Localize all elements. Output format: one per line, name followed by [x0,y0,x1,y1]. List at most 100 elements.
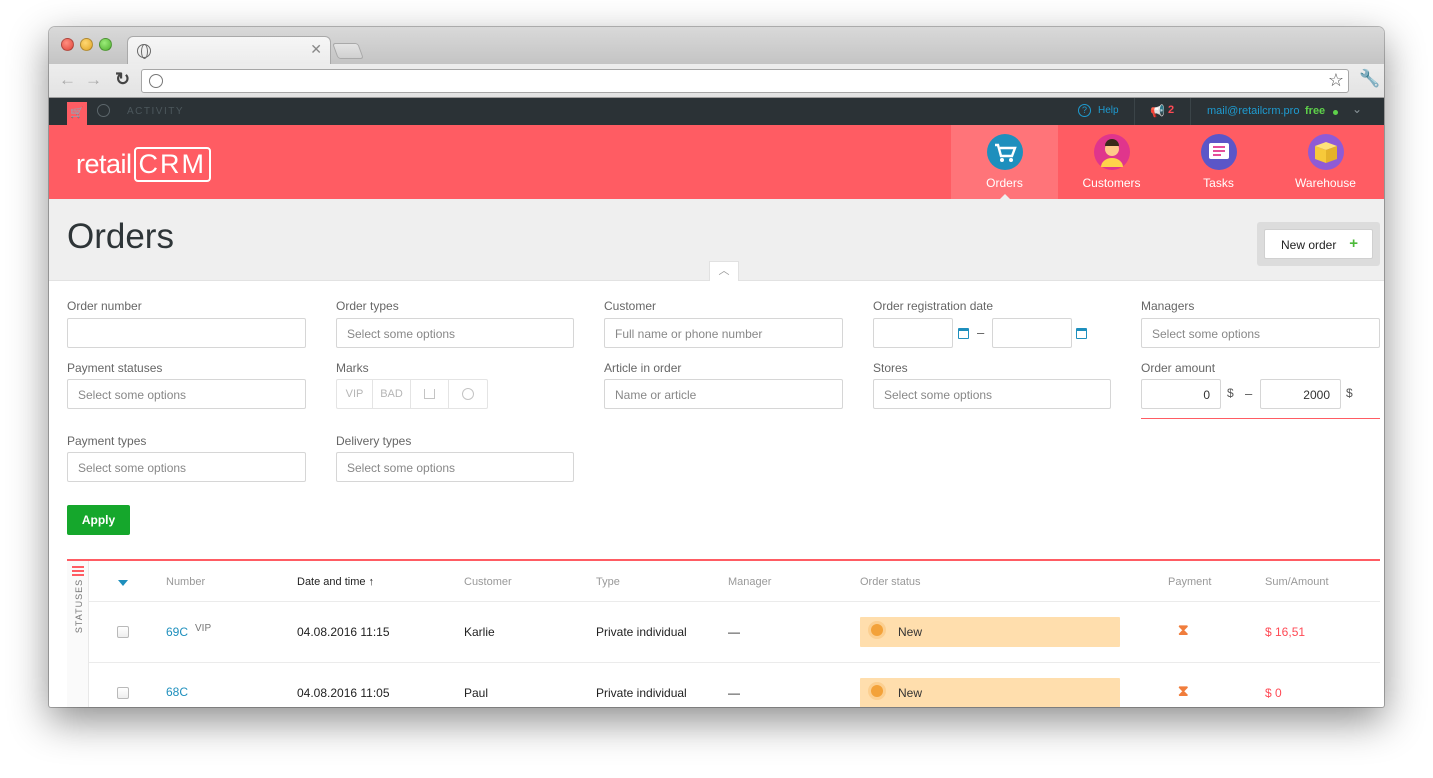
hourglass-icon: ⧗ [1178,622,1189,639]
row-checkbox[interactable] [117,626,129,638]
mark-comment-toggle[interactable] [411,380,449,408]
mark-vip-toggle[interactable]: VIP [337,380,373,408]
column-header-number[interactable]: Number [166,576,205,588]
order-manager: — [728,686,740,700]
statuses-label: STATUSES [74,578,84,634]
page-title: Orders [67,217,174,256]
column-header-manager[interactable]: Manager [728,576,771,588]
nav-orders-label: Orders [986,176,1023,190]
browser-toolbar: ← → ↻ ☆ 🔧 [49,64,1384,98]
order-number-input[interactable] [67,318,306,348]
apply-button[interactable]: Apply [67,505,130,535]
browser-window: ✕ ← → ↻ ☆ 🔧 🛒 ACTIVITY ? Help 📢 2 mail@r… [49,27,1384,707]
collapse-filters-button[interactable]: ︿ [709,261,739,281]
retailcrm-logo[interactable]: retail CRM [76,147,212,182]
sort-toggle-icon[interactable] [118,580,128,586]
nav-warehouse-label: Warehouse [1295,176,1356,190]
activity-link[interactable]: ACTIVITY [127,106,184,117]
megaphone-icon[interactable]: 📢 [1150,104,1165,118]
marks-toggle-group: VIP BAD [336,379,488,409]
column-header-datetime[interactable]: Date and time ↑ [297,576,374,588]
amount-min-input[interactable]: 0 [1141,379,1221,409]
mark-alarm-toggle[interactable] [449,380,487,408]
order-status-pill[interactable]: New [860,617,1120,647]
delivery-types-select[interactable]: Select some options [336,452,574,482]
date-from-input[interactable] [873,318,953,348]
order-number-link[interactable]: 68C [166,685,188,699]
lightbulb-icon [871,624,883,636]
article-input[interactable]: Name or article [604,379,843,409]
calendar-icon[interactable] [958,328,969,339]
row-checkbox[interactable] [117,687,129,699]
help-icon[interactable]: ? [1078,104,1091,117]
table-row[interactable]: 69C VIP 04.08.2016 11:15 Karlie Private … [89,602,1380,663]
activity-icon[interactable] [97,104,110,117]
date-to-input[interactable] [992,318,1072,348]
nav-customers[interactable]: Customers [1058,125,1165,199]
order-status-text: New [898,686,923,700]
order-status-text: New [898,625,923,639]
list-icon [1201,134,1237,170]
column-header-customer[interactable]: Customer [464,576,512,588]
payment-types-label: Payment types [67,434,147,448]
nav-orders[interactable]: Orders [951,125,1058,200]
order-number-link[interactable]: 69C [166,625,188,639]
forward-arrow-icon[interactable]: → [85,70,102,90]
column-header-sum[interactable]: Sum/Amount [1265,576,1329,588]
order-status-pill[interactable]: New [860,678,1120,707]
payment-statuses-select[interactable]: Select some options [67,379,306,409]
app-header: retail CRM Orders Customers Tasks Warehou… [49,125,1384,200]
address-bar[interactable]: ☆ [141,69,1349,93]
order-sum: $ 16,51 [1265,625,1306,639]
order-types-select[interactable]: Select some options [336,318,574,348]
cart-icon[interactable]: 🛒 [67,102,87,125]
minimize-window-button[interactable] [80,38,93,51]
bookmark-star-icon[interactable]: ☆ [1328,70,1344,91]
new-order-wrapper: New order + [1257,222,1380,266]
managers-select[interactable]: Select some options [1141,318,1380,348]
globe-icon [149,74,163,88]
table-row[interactable]: 68C 04.08.2016 11:05 Paul Private indivi… [89,663,1380,707]
notification-count: 2 [1168,104,1175,116]
currency-symbol: $ [1346,386,1353,400]
new-tab-button[interactable] [332,43,364,59]
logo-crm-text: CRM [133,147,212,182]
payment-statuses-label: Payment statuses [67,361,163,375]
payment-types-select[interactable]: Select some options [67,452,306,482]
customer-input[interactable]: Full name or phone number [604,318,843,348]
maximize-window-button[interactable] [99,38,112,51]
amount-max-input[interactable]: 2000 [1260,379,1341,409]
box-icon [1308,134,1344,170]
chevron-up-icon: ︿ [718,265,730,277]
order-customer[interactable]: Paul [464,686,488,700]
reload-icon[interactable]: ↻ [115,69,130,90]
statuses-sidebar[interactable]: STATUSES [67,561,89,707]
app-topbar: 🛒 ACTIVITY ? Help 📢 2 mail@retailcrm.pro… [49,98,1384,125]
user-email[interactable]: mail@retailcrm.pro [1207,105,1299,117]
browser-tab[interactable]: ✕ [127,36,331,64]
stores-select[interactable]: Select some options [873,379,1111,409]
mark-bad-toggle[interactable]: BAD [373,380,411,408]
column-header-type[interactable]: Type [596,576,620,588]
managers-label: Managers [1141,299,1195,313]
menu-icon[interactable] [72,566,84,568]
vip-mark: VIP [195,623,212,634]
calendar-icon[interactable] [1076,328,1087,339]
new-order-button[interactable]: New order + [1264,229,1373,259]
back-arrow-icon[interactable]: ← [59,70,76,90]
chevron-down-icon[interactable]: ⌄ [1352,102,1362,116]
nav-warehouse[interactable]: Warehouse [1272,125,1379,199]
column-header-order-status[interactable]: Order status [860,576,921,588]
wrench-icon[interactable]: 🔧 [1359,69,1380,89]
new-order-label: New order [1281,238,1337,252]
close-window-button[interactable] [61,38,74,51]
browser-tabstrip: ✕ [49,27,1384,64]
globe-icon [137,44,151,59]
nav-tasks[interactable]: Tasks [1165,125,1272,199]
plus-icon: + [1349,235,1358,252]
date-range-separator: – [977,325,985,340]
help-link[interactable]: Help [1098,105,1119,116]
close-tab-icon[interactable]: ✕ [310,41,322,58]
column-header-payment[interactable]: Payment [1168,576,1211,588]
order-customer[interactable]: Karlie [464,625,495,639]
